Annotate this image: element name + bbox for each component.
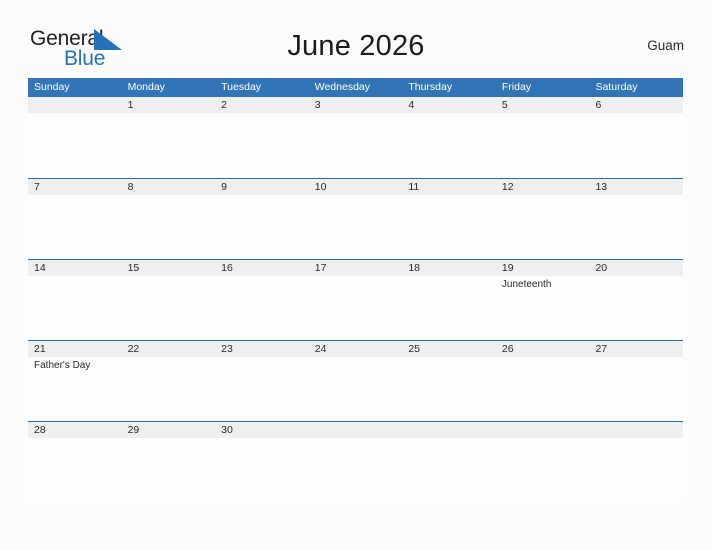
calendar-week-row: 14 15 16 17 18 19 Juneteenth 20: [28, 259, 684, 340]
day-number: 8: [127, 181, 134, 193]
day-cell-4[interactable]: 4: [402, 97, 496, 178]
day-number: 2: [221, 99, 227, 111]
page-title: June 2026: [287, 30, 425, 62]
day-number: 4: [408, 99, 415, 111]
day-number: 29: [127, 424, 140, 436]
day-cell-21[interactable]: 21 Father's Day: [28, 341, 122, 421]
day-number: 15: [127, 262, 140, 274]
day-number: 24: [314, 343, 327, 355]
day-number: 28: [34, 424, 46, 436]
calendar-page: General Blue June 2026 Guam Sunday Monday…: [0, 0, 712, 550]
day-cell-empty[interactable]: [28, 97, 122, 178]
day-cell-28[interactable]: 28: [28, 422, 122, 502]
day-number: 17: [314, 262, 327, 274]
day-number: 20: [595, 262, 608, 274]
day-cell-8[interactable]: 8: [121, 179, 216, 259]
day-number: 5: [501, 99, 508, 111]
day-number: 13: [595, 181, 608, 193]
day-number: 6: [595, 99, 602, 111]
day-number: 16: [221, 262, 233, 274]
day-cell-25[interactable]: 25: [402, 341, 496, 421]
day-cell-27[interactable]: 27: [589, 341, 684, 421]
day-header-thursday: Thursday: [408, 81, 453, 93]
day-events: Father's Day: [34, 359, 119, 372]
day-number: 11: [408, 181, 420, 193]
day-cell-9[interactable]: 9: [215, 179, 309, 259]
day-cell-12[interactable]: 12: [495, 179, 590, 259]
day-of-week-header-row: Sunday Monday Tuesday Wednesday Thursday Frid…: [28, 78, 683, 97]
day-number: 1: [127, 99, 134, 111]
day-number: 3: [314, 99, 321, 111]
day-number: 30: [221, 424, 233, 436]
day-cell-22[interactable]: 22: [121, 341, 216, 421]
page-header: General Blue June 2026 Guam: [28, 26, 684, 72]
day-number: 10: [314, 181, 327, 193]
day-cell-empty[interactable]: [589, 422, 684, 502]
day-number: 14: [34, 262, 46, 274]
event-label: Father's Day: [34, 360, 91, 371]
day-cell-empty[interactable]: [402, 422, 496, 502]
day-number: 25: [408, 343, 420, 355]
day-cell-19[interactable]: 19 Juneteenth: [495, 260, 590, 340]
day-number: 12: [501, 181, 514, 193]
day-events: Juneteenth: [502, 278, 587, 291]
day-cell-29[interactable]: 29: [121, 422, 216, 502]
calendar-grid: Sunday Monday Tuesday Wednesday Thursday Frid…: [28, 78, 684, 502]
day-cell-16[interactable]: 16: [215, 260, 309, 340]
day-cell-3[interactable]: 3: [308, 97, 403, 178]
day-number: 19: [501, 262, 514, 274]
calendar-week-row: 28 29 30: [28, 421, 684, 502]
day-cell-17[interactable]: 17: [308, 260, 403, 340]
day-number: 23: [221, 343, 233, 355]
day-cell-2[interactable]: 2: [215, 97, 309, 178]
event-label: Juneteenth: [501, 279, 552, 290]
day-cell-18[interactable]: 18: [402, 260, 496, 340]
day-number: 26: [501, 343, 514, 355]
day-cell-26[interactable]: 26: [495, 341, 590, 421]
day-cell-15[interactable]: 15: [121, 260, 216, 340]
calendar-weeks: 1 2 3 4 5 6 7 8 9 10 11 12 13 14 15 16 17 18 19 Juneteenth 2…: [28, 97, 684, 502]
day-cell-20[interactable]: 20: [589, 260, 684, 340]
calendar-week-row: 7 8 9 10 11 12 13: [28, 178, 684, 259]
day-cell-10[interactable]: 10: [308, 179, 403, 259]
day-header-wednesday: Wednesday: [314, 81, 370, 93]
day-number: 27: [595, 343, 608, 355]
day-cell-23[interactable]: 23: [215, 341, 309, 421]
day-header-sunday: Sunday: [34, 81, 70, 93]
day-cell-6[interactable]: 6: [589, 97, 684, 178]
day-cell-11[interactable]: 11: [402, 179, 496, 259]
day-cell-24[interactable]: 24: [308, 341, 403, 421]
day-number: 18: [408, 262, 420, 274]
day-header-saturday: Saturday: [595, 81, 638, 93]
day-cell-empty[interactable]: [308, 422, 403, 502]
calendar-week-row: 21 Father's Day 22 23 24 25 26 27: [28, 340, 684, 421]
day-number: 7: [34, 181, 40, 193]
day-number: 21: [34, 343, 46, 355]
day-cell-7[interactable]: 7: [28, 179, 122, 259]
day-header-monday: Monday: [127, 81, 165, 93]
day-cell-13[interactable]: 13: [589, 179, 684, 259]
calendar-week-row: 1 2 3 4 5 6: [28, 97, 684, 178]
day-cell-empty[interactable]: [495, 422, 590, 502]
day-cell-5[interactable]: 5: [495, 97, 590, 178]
day-cell-30[interactable]: 30: [215, 422, 309, 502]
day-cell-14[interactable]: 14: [28, 260, 122, 340]
day-header-friday: Friday: [501, 81, 532, 93]
day-cell-1[interactable]: 1: [121, 97, 216, 178]
day-number: 9: [221, 181, 227, 193]
day-header-tuesday: Tuesday: [221, 81, 262, 93]
region-label: Guam: [647, 38, 684, 53]
day-number: 22: [127, 343, 140, 355]
